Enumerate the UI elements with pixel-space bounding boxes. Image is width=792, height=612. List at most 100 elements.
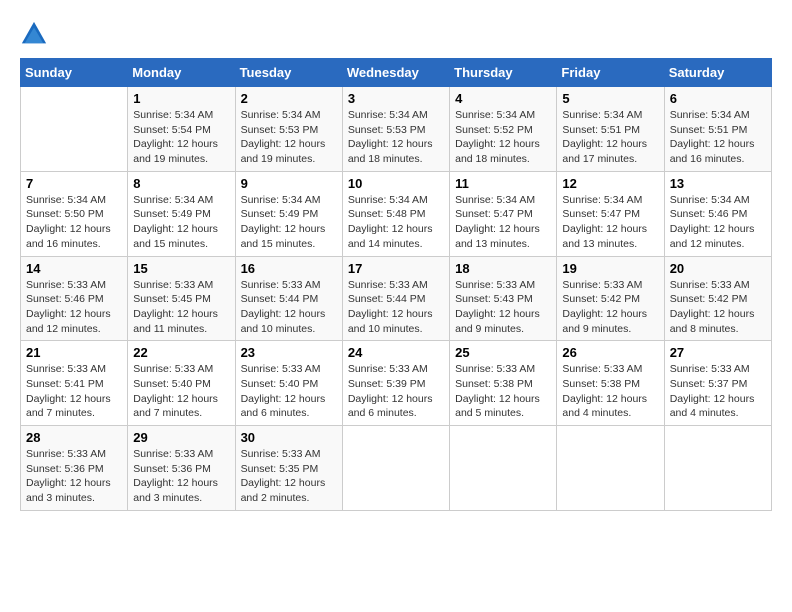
calendar-cell: 1 Sunrise: 5:34 AM Sunset: 5:54 PM Daylig… [128, 87, 235, 172]
day-number: 10 [348, 176, 444, 191]
calendar-cell: 24Sunrise: 5:33 AM Sunset: 5:39 PM Dayli… [342, 341, 449, 426]
day-number: 21 [26, 345, 122, 360]
logo-icon [20, 20, 48, 48]
day-number: 27 [670, 345, 766, 360]
calendar-cell: 15 Sunrise: 5:33 AM Sunset: 5:45 PM Dayli… [128, 256, 235, 341]
calendar-cell: 23Sunrise: 5:33 AM Sunset: 5:40 PM Dayli… [235, 341, 342, 426]
calendar-cell: 21 Sunrise: 5:33 AM Sunset: 5:41 PM Dayli… [21, 341, 128, 426]
day-number: 22 [133, 345, 229, 360]
day-number: 12 [562, 176, 658, 191]
calendar-cell: 5 Sunrise: 5:34 AM Sunset: 5:51 PM Daylig… [557, 87, 664, 172]
weekday-header-friday: Friday [557, 59, 664, 87]
day-info: Sunrise: 5:33 AM Sunset: 5:41 PM Dayligh… [26, 362, 122, 421]
calendar-cell: 17Sunrise: 5:33 AM Sunset: 5:44 PM Dayli… [342, 256, 449, 341]
day-info: Sunrise: 5:33 AM Sunset: 5:45 PM Dayligh… [133, 278, 229, 337]
week-row-5: 28 Sunrise: 5:33 AM Sunset: 5:36 PM Dayli… [21, 426, 772, 511]
day-number: 28 [26, 430, 122, 445]
calendar-cell: 26Sunrise: 5:33 AM Sunset: 5:38 PM Dayli… [557, 341, 664, 426]
day-number: 1 [133, 91, 229, 106]
calendar-cell [450, 426, 557, 511]
day-info: Sunrise: 5:33 AM Sunset: 5:35 PM Dayligh… [241, 447, 337, 506]
day-info: Sunrise: 5:34 AM Sunset: 5:47 PM Dayligh… [455, 193, 551, 252]
day-number: 15 [133, 261, 229, 276]
weekday-header-row: SundayMondayTuesdayWednesdayThursdayFrid… [21, 59, 772, 87]
day-number: 8 [133, 176, 229, 191]
day-info: Sunrise: 5:34 AM Sunset: 5:49 PM Dayligh… [241, 193, 337, 252]
day-info: Sunrise: 5:33 AM Sunset: 5:36 PM Dayligh… [26, 447, 122, 506]
weekday-header-thursday: Thursday [450, 59, 557, 87]
calendar-cell: 11Sunrise: 5:34 AM Sunset: 5:47 PM Dayli… [450, 171, 557, 256]
calendar-table: SundayMondayTuesdayWednesdayThursdayFrid… [20, 58, 772, 511]
day-info: Sunrise: 5:33 AM Sunset: 5:43 PM Dayligh… [455, 278, 551, 337]
day-info: Sunrise: 5:33 AM Sunset: 5:44 PM Dayligh… [348, 278, 444, 337]
day-info: Sunrise: 5:33 AM Sunset: 5:39 PM Dayligh… [348, 362, 444, 421]
weekday-header-tuesday: Tuesday [235, 59, 342, 87]
day-info: Sunrise: 5:34 AM Sunset: 5:51 PM Dayligh… [562, 108, 658, 167]
day-number: 2 [241, 91, 337, 106]
weekday-header-sunday: Sunday [21, 59, 128, 87]
day-info: Sunrise: 5:33 AM Sunset: 5:42 PM Dayligh… [562, 278, 658, 337]
calendar-cell: 9 Sunrise: 5:34 AM Sunset: 5:49 PM Daylig… [235, 171, 342, 256]
day-number: 5 [562, 91, 658, 106]
calendar-cell: 2 Sunrise: 5:34 AM Sunset: 5:53 PM Daylig… [235, 87, 342, 172]
day-info: Sunrise: 5:34 AM Sunset: 5:50 PM Dayligh… [26, 193, 122, 252]
day-info: Sunrise: 5:33 AM Sunset: 5:38 PM Dayligh… [455, 362, 551, 421]
logo [20, 20, 52, 48]
week-row-4: 21 Sunrise: 5:33 AM Sunset: 5:41 PM Dayli… [21, 341, 772, 426]
day-info: Sunrise: 5:34 AM Sunset: 5:51 PM Dayligh… [670, 108, 766, 167]
calendar-cell: 6 Sunrise: 5:34 AM Sunset: 5:51 PM Daylig… [664, 87, 771, 172]
day-number: 23 [241, 345, 337, 360]
day-number: 25 [455, 345, 551, 360]
day-number: 9 [241, 176, 337, 191]
calendar-cell: 12Sunrise: 5:34 AM Sunset: 5:47 PM Dayli… [557, 171, 664, 256]
day-number: 14 [26, 261, 122, 276]
day-number: 16 [241, 261, 337, 276]
calendar-cell: 14 Sunrise: 5:33 AM Sunset: 5:46 PM Dayli… [21, 256, 128, 341]
day-number: 18 [455, 261, 551, 276]
day-info: Sunrise: 5:33 AM Sunset: 5:44 PM Dayligh… [241, 278, 337, 337]
day-info: Sunrise: 5:34 AM Sunset: 5:48 PM Dayligh… [348, 193, 444, 252]
calendar-cell [664, 426, 771, 511]
day-info: Sunrise: 5:34 AM Sunset: 5:53 PM Dayligh… [241, 108, 337, 167]
day-number: 20 [670, 261, 766, 276]
day-info: Sunrise: 5:33 AM Sunset: 5:36 PM Dayligh… [133, 447, 229, 506]
day-info: Sunrise: 5:34 AM Sunset: 5:52 PM Dayligh… [455, 108, 551, 167]
calendar-cell [557, 426, 664, 511]
day-number: 3 [348, 91, 444, 106]
day-info: Sunrise: 5:34 AM Sunset: 5:46 PM Dayligh… [670, 193, 766, 252]
day-number: 26 [562, 345, 658, 360]
day-info: Sunrise: 5:34 AM Sunset: 5:49 PM Dayligh… [133, 193, 229, 252]
calendar-cell: 16 Sunrise: 5:33 AM Sunset: 5:44 PM Dayli… [235, 256, 342, 341]
weekday-header-saturday: Saturday [664, 59, 771, 87]
day-info: Sunrise: 5:33 AM Sunset: 5:37 PM Dayligh… [670, 362, 766, 421]
weekday-header-wednesday: Wednesday [342, 59, 449, 87]
calendar-cell: 18 Sunrise: 5:33 AM Sunset: 5:43 PM Dayli… [450, 256, 557, 341]
day-info: Sunrise: 5:33 AM Sunset: 5:42 PM Dayligh… [670, 278, 766, 337]
day-number: 4 [455, 91, 551, 106]
day-info: Sunrise: 5:34 AM Sunset: 5:54 PM Dayligh… [133, 108, 229, 167]
page-header [20, 20, 772, 48]
day-info: Sunrise: 5:34 AM Sunset: 5:53 PM Dayligh… [348, 108, 444, 167]
day-number: 29 [133, 430, 229, 445]
day-number: 7 [26, 176, 122, 191]
calendar-cell: 7 Sunrise: 5:34 AM Sunset: 5:50 PM Daylig… [21, 171, 128, 256]
calendar-cell: 28 Sunrise: 5:33 AM Sunset: 5:36 PM Dayli… [21, 426, 128, 511]
calendar-cell: 20 Sunrise: 5:33 AM Sunset: 5:42 PM Dayli… [664, 256, 771, 341]
calendar-cell [342, 426, 449, 511]
day-number: 30 [241, 430, 337, 445]
calendar-cell: 27 Sunrise: 5:33 AM Sunset: 5:37 PM Dayli… [664, 341, 771, 426]
calendar-cell: 3 Sunrise: 5:34 AM Sunset: 5:53 PM Daylig… [342, 87, 449, 172]
calendar-cell: 30 Sunrise: 5:33 AM Sunset: 5:35 PM Dayli… [235, 426, 342, 511]
calendar-cell: 19 Sunrise: 5:33 AM Sunset: 5:42 PM Dayli… [557, 256, 664, 341]
day-number: 19 [562, 261, 658, 276]
week-row-2: 7 Sunrise: 5:34 AM Sunset: 5:50 PM Daylig… [21, 171, 772, 256]
weekday-header-monday: Monday [128, 59, 235, 87]
day-info: Sunrise: 5:33 AM Sunset: 5:40 PM Dayligh… [133, 362, 229, 421]
calendar-cell: 8 Sunrise: 5:34 AM Sunset: 5:49 PM Daylig… [128, 171, 235, 256]
day-number: 6 [670, 91, 766, 106]
calendar-cell: 10 Sunrise: 5:34 AM Sunset: 5:48 PM Dayli… [342, 171, 449, 256]
calendar-cell: 25 Sunrise: 5:33 AM Sunset: 5:38 PM Dayli… [450, 341, 557, 426]
calendar-cell [21, 87, 128, 172]
day-info: Sunrise: 5:33 AM Sunset: 5:46 PM Dayligh… [26, 278, 122, 337]
calendar-cell: 29 Sunrise: 5:33 AM Sunset: 5:36 PM Dayli… [128, 426, 235, 511]
